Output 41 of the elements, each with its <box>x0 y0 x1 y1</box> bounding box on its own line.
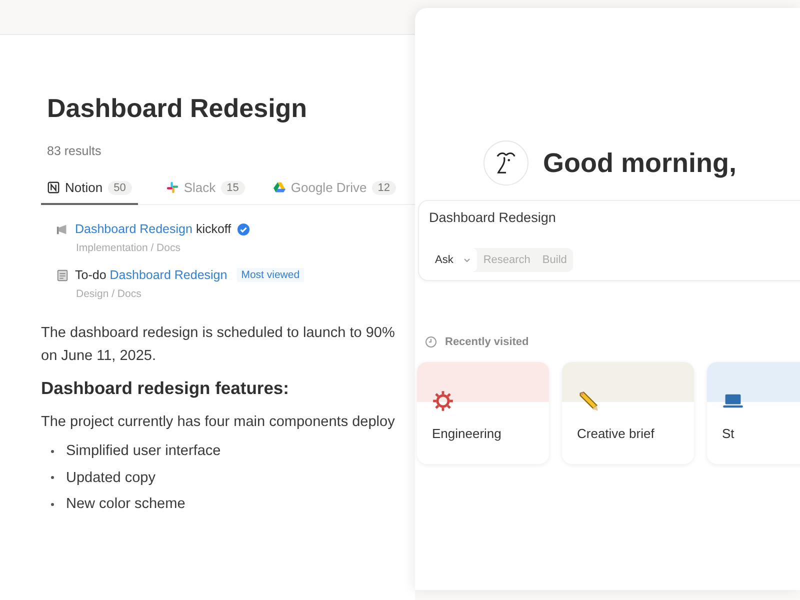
slack-icon <box>166 181 179 194</box>
card-title: Creative brief <box>577 426 656 441</box>
bullet-text: New color scheme <box>66 495 186 514</box>
result-path: Design / Docs <box>76 288 142 300</box>
megaphone-icon <box>56 222 69 236</box>
mode-button[interactable]: Ask <box>429 248 478 272</box>
source-tab[interactable]: Slack 15 <box>160 180 245 205</box>
recent-label: Recently visited <box>445 336 529 348</box>
bullet-dot <box>51 476 54 480</box>
bullet-dot <box>51 502 54 506</box>
pencil-icon <box>577 390 599 412</box>
page-title: Dashboard Redesign <box>47 93 308 124</box>
bullet-text: Updated copy <box>66 468 156 488</box>
section-heading: Dashboard redesign features: <box>41 378 290 399</box>
gear-icon <box>432 390 454 412</box>
source-tab[interactable]: Notion 50 <box>41 180 138 205</box>
card-title: Engineering <box>432 426 502 441</box>
result-path: Implementation / Docs <box>76 242 182 254</box>
clock-icon <box>425 336 437 348</box>
bullet-text: Simplified user interface <box>66 442 221 461</box>
logo-icon <box>483 140 529 186</box>
summary-text: The dashboard redesign is scheduled to launch to 90% on June 11, 2025. <box>41 324 396 366</box>
result-link[interactable]: To-do Dashboard Redesign <box>75 268 228 282</box>
drive-icon <box>272 181 286 194</box>
source-tab[interactable]: Google Drive 12 <box>266 180 396 205</box>
intro-text: The project currently has four main components deploy <box>41 413 396 432</box>
page-icon <box>56 268 69 282</box>
composer-input[interactable]: Dashboard Redesign <box>429 210 800 248</box>
card-title: St <box>722 426 736 441</box>
page-card[interactable]: Engineering <box>417 362 549 464</box>
page-card[interactable]: St <box>707 362 800 464</box>
verified-icon <box>237 222 250 236</box>
result-count: 83 results <box>47 144 102 158</box>
caret-icon <box>463 256 472 264</box>
page-card[interactable]: Creative brief <box>562 362 694 464</box>
result-link[interactable]: Dashboard Redesign kickoff <box>75 222 232 236</box>
greeting: Good morning, <box>543 148 736 178</box>
bullet-dot <box>51 450 54 453</box>
most-viewed-tag: Most viewed <box>237 268 304 282</box>
composer-box[interactable]: Dashboard Redesign Ask Research Build <box>418 200 800 281</box>
notion-icon <box>47 181 60 194</box>
